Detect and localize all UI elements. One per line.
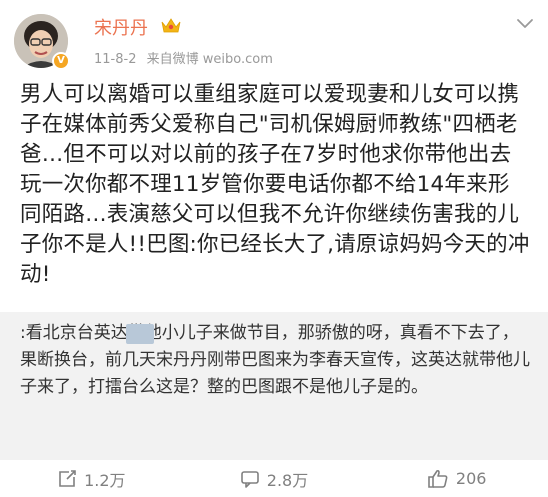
repost-button[interactable]: 1.2万 [0,467,183,491]
action-bar: 1.2万 2.8万 206 [0,460,548,497]
like-button[interactable]: 206 [365,469,548,489]
repost-count: 1.2万 [84,470,126,490]
comment-count: 2.8万 [266,470,309,490]
crown-icon [161,18,181,33]
comment-button[interactable]: 2.8万 [183,467,366,491]
post-text: 男人可以离婚可以重组家庭可以爱现妻和儿女可以携子在媒体前秀父爱称自己"司机保姆厨… [20,82,530,287]
thumbs-up-icon [428,469,448,488]
author-name[interactable]: 宋丹丹 [94,14,148,40]
chevron-down-icon[interactable] [516,18,534,30]
quoted-post[interactable]: :看北京台英达带他小儿子来做节目，那骄傲的呀，真看不下去了，果断换台，前几天宋丹… [0,312,548,460]
post-source[interactable]: 来自微博 weibo.com [147,52,273,67]
quoted-user-redacted[interactable] [126,324,154,344]
post-meta: 11-8-2 来自微博 weibo.com [94,48,279,67]
post-date[interactable]: 11-8-2 [94,52,136,67]
quoted-text: :看北京台英达带他小儿子来做节目，那骄傲的呀，真看不下去了，果断换台，前几天宋丹… [20,323,530,397]
comment-icon [240,470,259,488]
repost-icon [59,469,76,487]
weibo-post: V 宋丹丹 11-8-2 来自微博 weibo.com 男人可以离婚可以重组家庭… [0,0,548,497]
avatar[interactable]: V [14,14,70,70]
like-count: 206 [455,469,487,488]
verified-badge-icon: V [52,52,70,70]
